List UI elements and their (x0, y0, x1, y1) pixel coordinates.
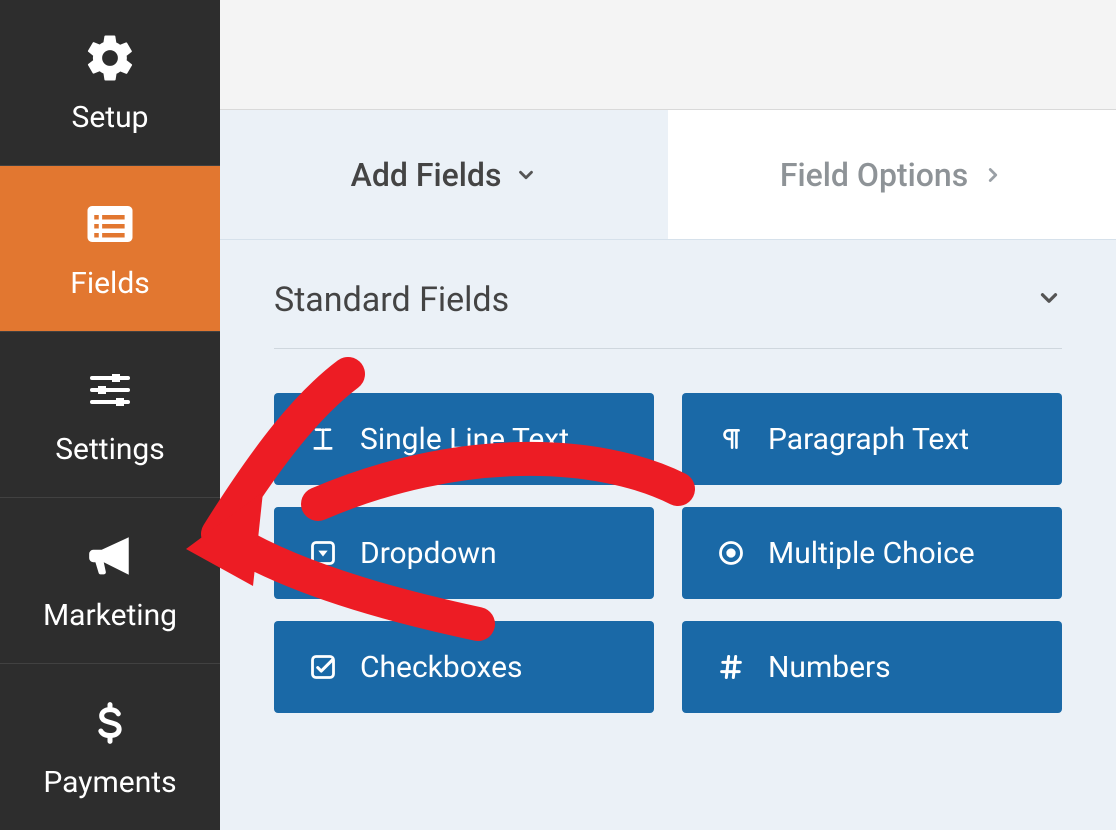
chevron-down-icon (1036, 280, 1062, 320)
sliders-icon (74, 362, 146, 418)
dollar-icon (74, 695, 146, 751)
field-label: Numbers (768, 650, 891, 685)
field-multiple-choice[interactable]: Multiple Choice (682, 507, 1062, 599)
field-dropdown[interactable]: Dropdown (274, 507, 654, 599)
tab-field-options[interactable]: Field Options (668, 110, 1116, 239)
sidebar-item-fields[interactable]: Fields (0, 166, 220, 332)
fields-grid: Single Line Text Paragraph Text Dropdown… (274, 393, 1062, 713)
sidebar-item-setup[interactable]: Setup (0, 0, 220, 166)
sidebar: Setup Fields Settings Marketing Payments (0, 0, 220, 830)
sidebar-item-label: Settings (55, 432, 165, 467)
field-paragraph-text[interactable]: Paragraph Text (682, 393, 1062, 485)
section-title: Standard Fields (274, 280, 509, 320)
field-label: Dropdown (360, 536, 497, 571)
text-cursor-icon (308, 425, 338, 453)
sidebar-item-label: Marketing (43, 598, 177, 633)
field-single-line-text[interactable]: Single Line Text (274, 393, 654, 485)
sidebar-item-label: Payments (43, 765, 176, 800)
sidebar-item-label: Fields (70, 266, 149, 301)
main: Add Fields Field Options Standard Fields (220, 0, 1116, 830)
pilcrow-icon (716, 425, 746, 453)
field-label: Single Line Text (360, 422, 569, 457)
list-icon (74, 196, 146, 252)
field-checkboxes[interactable]: Checkboxes (274, 621, 654, 713)
tabs: Add Fields Field Options (220, 110, 1116, 240)
hashtag-icon (716, 653, 746, 681)
field-label: Multiple Choice (768, 536, 975, 571)
field-numbers[interactable]: Numbers (682, 621, 1062, 713)
check-square-icon (308, 653, 338, 681)
tab-label: Field Options (780, 156, 968, 194)
caret-square-down-icon (308, 539, 338, 567)
tab-label: Add Fields (351, 156, 502, 194)
megaphone-icon (74, 528, 146, 584)
tab-add-fields[interactable]: Add Fields (220, 110, 668, 239)
field-label: Checkboxes (360, 650, 523, 685)
section-standard-fields[interactable]: Standard Fields (274, 280, 1062, 349)
topbar (220, 0, 1116, 110)
field-label: Paragraph Text (768, 422, 969, 457)
sidebar-item-payments[interactable]: Payments (0, 664, 220, 830)
chevron-down-icon (515, 164, 537, 186)
sidebar-item-marketing[interactable]: Marketing (0, 498, 220, 664)
sidebar-item-settings[interactable]: Settings (0, 332, 220, 498)
chevron-right-icon (982, 164, 1004, 186)
fields-panel: Standard Fields Single Line Text Paragra… (220, 240, 1116, 830)
radio-icon (716, 539, 746, 567)
gear-icon (74, 30, 146, 86)
sidebar-item-label: Setup (72, 100, 149, 135)
